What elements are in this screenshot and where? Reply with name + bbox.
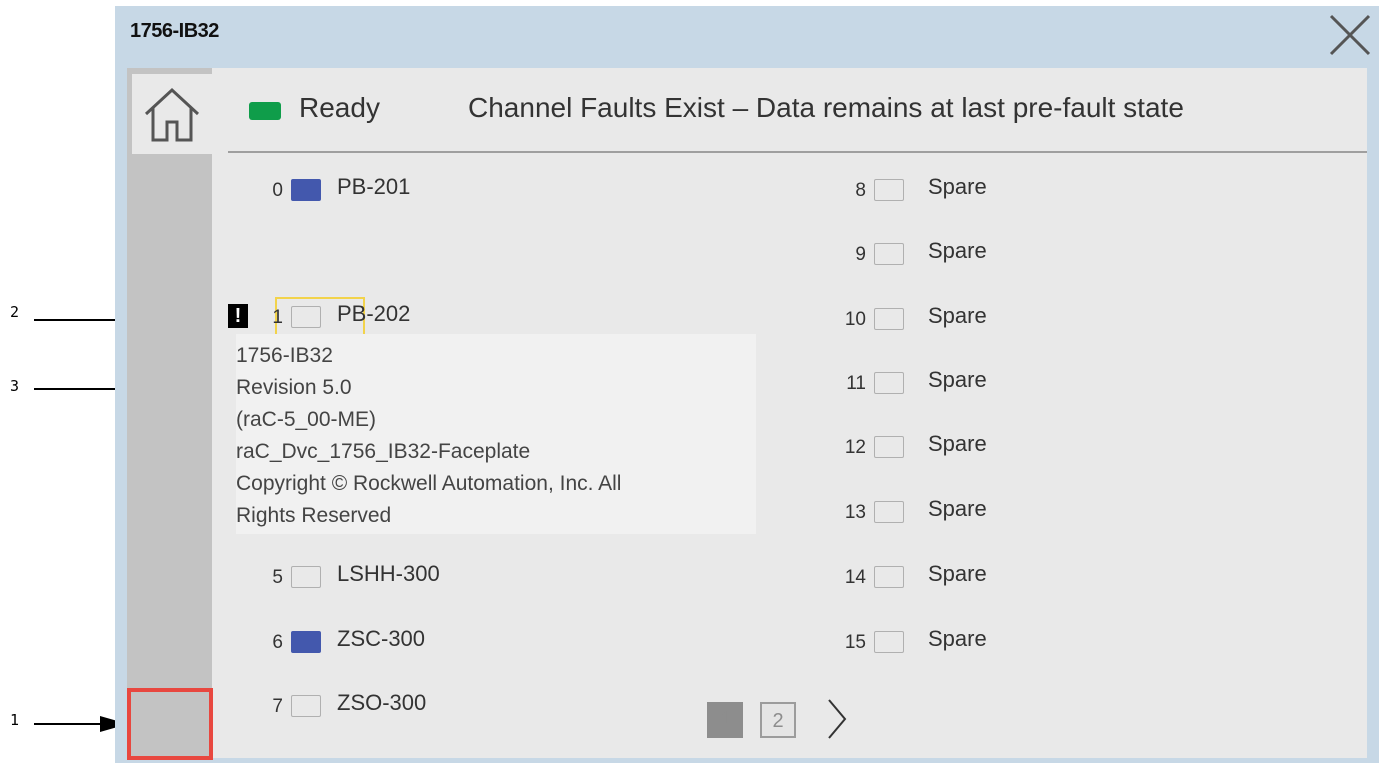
channel-state-indicator: [291, 306, 321, 328]
home-button[interactable]: [132, 74, 212, 154]
page-1-button[interactable]: 1: [707, 702, 743, 738]
channel-state-indicator: [291, 695, 321, 717]
channel-label: PB-201: [337, 174, 411, 199]
channel-number: 5: [272, 567, 283, 588]
channel-number: 14: [844, 567, 866, 588]
close-icon[interactable]: [1327, 12, 1373, 58]
page-2-button[interactable]: 2: [760, 702, 796, 738]
tooltip-line: Copyright © Rockwell Automation, Inc. Al…: [236, 472, 622, 495]
channel-state-indicator: [874, 243, 904, 265]
channel-label: ZSO-300: [337, 690, 427, 715]
main-panel: Ready Channel Faults Exist – Data remain…: [212, 68, 1367, 758]
channel-state-indicator: [874, 179, 904, 201]
channel-state-indicator: [291, 179, 321, 201]
channel-number: 1: [272, 307, 283, 328]
channel-number: 15: [844, 632, 866, 653]
channel-row: 6 ZSC-300: [233, 623, 513, 659]
channel-state-indicator: [874, 566, 904, 588]
channel-state-indicator: [874, 631, 904, 653]
channel-number: 8: [855, 180, 866, 201]
callout-2-number: 2: [10, 303, 20, 321]
channel-number: 10: [844, 309, 866, 330]
window-title: 1756-IB32: [130, 20, 219, 42]
home-icon: [144, 87, 200, 142]
channel-label: LSHH-300: [337, 561, 440, 586]
status-text: Ready: [299, 92, 380, 123]
tooltip-line: 1756-IB32: [236, 344, 333, 367]
channel-state-indicator: [874, 436, 904, 458]
nav-sidebar: [127, 68, 213, 760]
callout-1-arrow: [34, 716, 128, 732]
channel-label: Spare: [928, 367, 987, 392]
tooltip-line: Revision 5.0: [236, 376, 352, 399]
channel-label: Spare: [928, 238, 987, 263]
channel-number: 9: [855, 244, 866, 265]
channel-label: PB-202: [337, 301, 411, 326]
channel-row: 10 Spare: [816, 300, 1096, 336]
channel-number: 7: [272, 696, 283, 717]
fault-message: Channel Faults Exist – Data remains at l…: [468, 92, 1184, 123]
sidebar-bottom-button[interactable]: [127, 688, 213, 760]
channel-row: 14 Spare: [816, 558, 1096, 594]
status-bar: Ready Channel Faults Exist – Data remain…: [228, 68, 1367, 153]
channel-row: 5 LSHH-300: [233, 558, 513, 594]
channel-row: 1 PB-202: [233, 298, 513, 334]
channel-label: Spare: [928, 303, 987, 328]
chevron-right-icon[interactable]: [825, 698, 849, 740]
channel-label: Spare: [928, 496, 987, 521]
callout-1-number: 1: [10, 711, 20, 729]
channel-number: 0: [272, 180, 283, 201]
channel-row: 13 Spare: [816, 493, 1096, 529]
version-tooltip: 1756-IB32 Revision 5.0 (raC-5_00-ME) raC…: [236, 334, 756, 534]
channel-state-indicator: [291, 631, 321, 653]
tooltip-line: (raC-5_00-ME): [236, 408, 377, 431]
channel-row: 0 PB-201: [233, 171, 513, 207]
channel-label: Spare: [928, 431, 987, 456]
channel-number: 6: [272, 632, 283, 653]
channel-number: 13: [844, 502, 866, 523]
channel-row: 7 ZSO-300: [233, 687, 513, 723]
tooltip-line: raC_Dvc_1756_IB32-Faceplate: [236, 440, 531, 463]
channel-row: 12 Spare: [816, 428, 1096, 464]
channel-state-indicator: [874, 308, 904, 330]
channel-state-indicator: [874, 372, 904, 394]
faceplate-window: 1756-IB32 Ready Channel Faults Exist – D…: [115, 6, 1379, 763]
tooltip-line: Rights Reserved: [236, 504, 392, 527]
channel-row: 11 Spare: [816, 364, 1096, 400]
faceplate-content: Ready Channel Faults Exist – Data remain…: [127, 68, 1367, 760]
channel-state-indicator: [291, 566, 321, 588]
channel-number: 11: [846, 373, 866, 394]
title-bar: 1756-IB32: [115, 6, 1379, 62]
channel-number: 12: [844, 437, 866, 458]
callout-3-number: 3: [10, 377, 20, 395]
channel-label: ZSC-300: [337, 626, 426, 651]
status-indicator: [249, 102, 281, 120]
channel-row: 15 Spare: [816, 623, 1096, 659]
channel-state-indicator: [874, 501, 904, 523]
channel-label: Spare: [928, 626, 987, 651]
channel-row: 9 Spare: [816, 235, 1096, 271]
channel-label: Spare: [928, 174, 987, 199]
channel-row: 8 Spare: [816, 171, 1096, 207]
channel-label: Spare: [928, 561, 987, 586]
